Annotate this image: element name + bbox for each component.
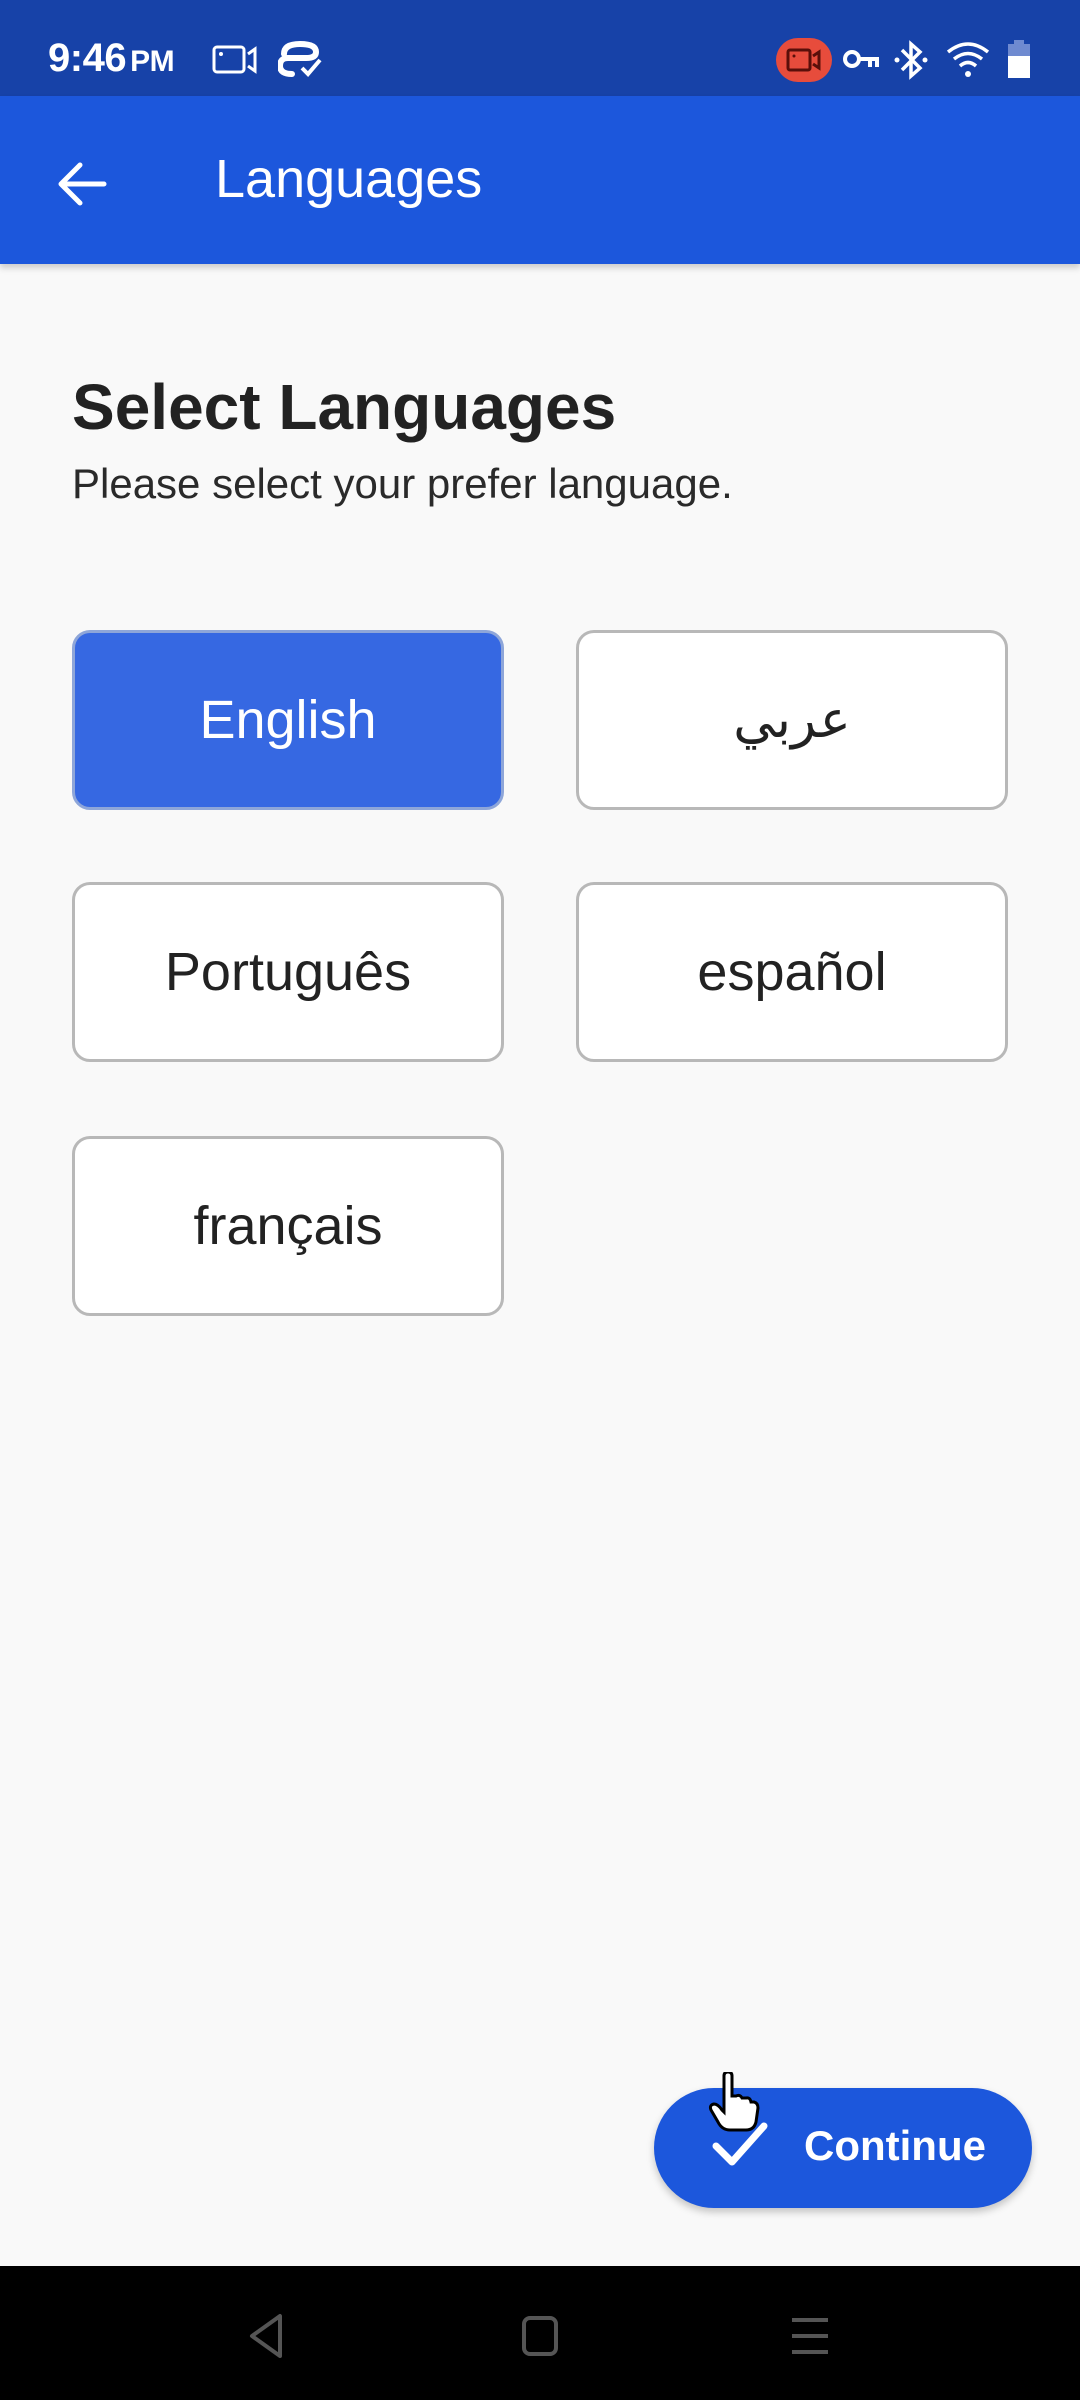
- battery-icon: [1008, 40, 1030, 78]
- status-time: 9:46 PM: [48, 36, 175, 81]
- status-bar: 9:46 PM: [0, 0, 1080, 96]
- nav-back-button[interactable]: [236, 2306, 296, 2366]
- language-option-portuguese[interactable]: Português: [72, 882, 504, 1062]
- page-subheading: Please select your prefer language.: [72, 460, 733, 507]
- hand-cursor-icon: [708, 2072, 760, 2132]
- language-option-arabic[interactable]: عربي: [576, 630, 1008, 810]
- language-option-french[interactable]: français: [72, 1136, 504, 1316]
- nav-menu-icon: [792, 2318, 828, 2354]
- continue-label: Continue: [804, 2122, 986, 2169]
- arrow-left-icon: [58, 162, 107, 206]
- back-button[interactable]: [44, 146, 120, 222]
- nav-home-button[interactable]: [510, 2306, 570, 2366]
- nav-back-icon: [250, 2314, 282, 2358]
- recording-indicator: [776, 38, 832, 82]
- app-bar: Languages: [0, 96, 1080, 264]
- recording-active-icon: [786, 48, 821, 72]
- nav-home-icon: [522, 2316, 558, 2356]
- nav-recents-button[interactable]: [780, 2306, 840, 2366]
- clock-ampm: PM: [130, 45, 175, 78]
- screen-record-icon: [212, 45, 257, 74]
- sync-check-icon: [278, 40, 322, 77]
- language-option-english[interactable]: English: [72, 630, 504, 810]
- language-option-spanish[interactable]: español: [576, 882, 1008, 1062]
- wifi-icon: [946, 42, 990, 77]
- app-title: Languages: [215, 149, 483, 209]
- clock-time: 9:46: [48, 36, 127, 80]
- system-nav-bar: [0, 2266, 1080, 2400]
- vpn-key-icon: [843, 50, 879, 68]
- page-heading: Select Languages: [72, 371, 617, 443]
- bluetooth-icon: [894, 40, 928, 80]
